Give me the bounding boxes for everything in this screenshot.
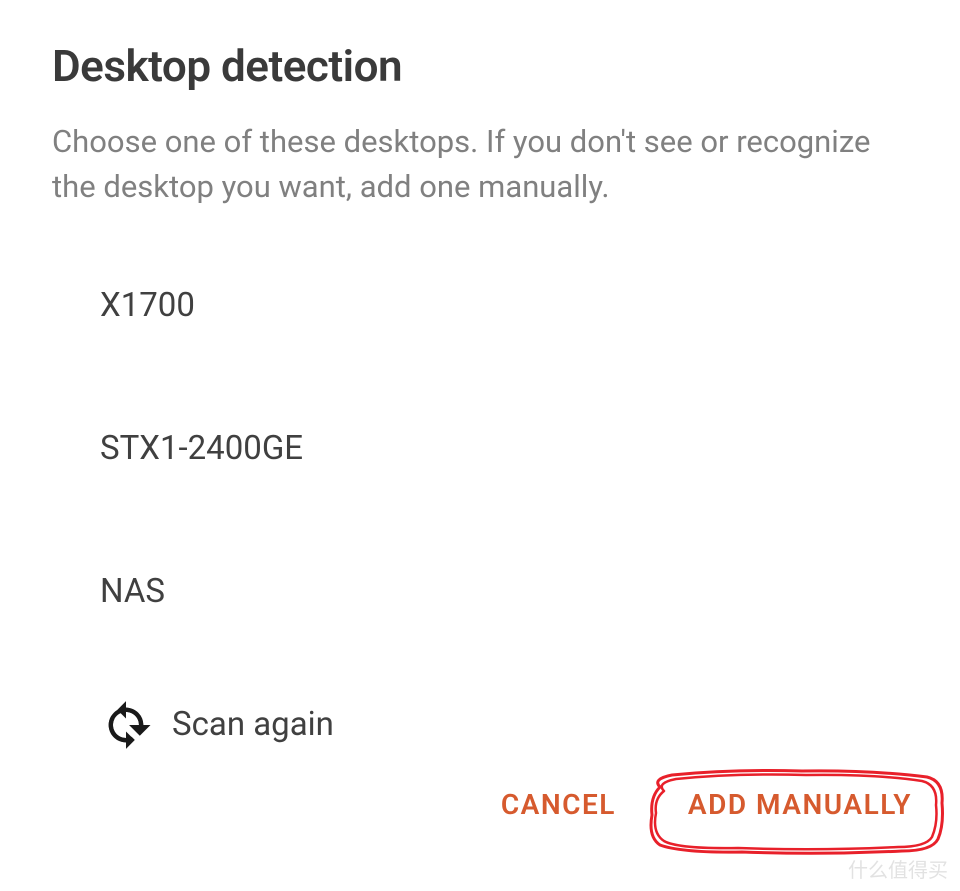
watermark: 什么值得买: [848, 854, 948, 883]
dialog-description: Choose one of these desktops. If you don…: [52, 120, 908, 210]
add-manually-button[interactable]: ADD MANUALLY: [680, 776, 920, 833]
scan-again-button[interactable]: Scan again: [100, 687, 908, 763]
desktop-list: X1700 STX1-2400GE NAS Scan again: [52, 258, 908, 763]
cancel-button[interactable]: CANCEL: [493, 776, 624, 833]
dialog-title: Desktop detection: [52, 40, 908, 92]
desktop-item[interactable]: X1700: [100, 258, 908, 353]
scan-again-label: Scan again: [172, 705, 334, 744]
refresh-icon: [100, 699, 152, 751]
desktop-detection-dialog: Desktop detection Choose one of these de…: [0, 0, 960, 803]
desktop-item[interactable]: STX1-2400GE: [100, 401, 908, 496]
desktop-item[interactable]: NAS: [100, 544, 908, 639]
dialog-actions: CANCEL ADD MANUALLY: [493, 776, 920, 833]
